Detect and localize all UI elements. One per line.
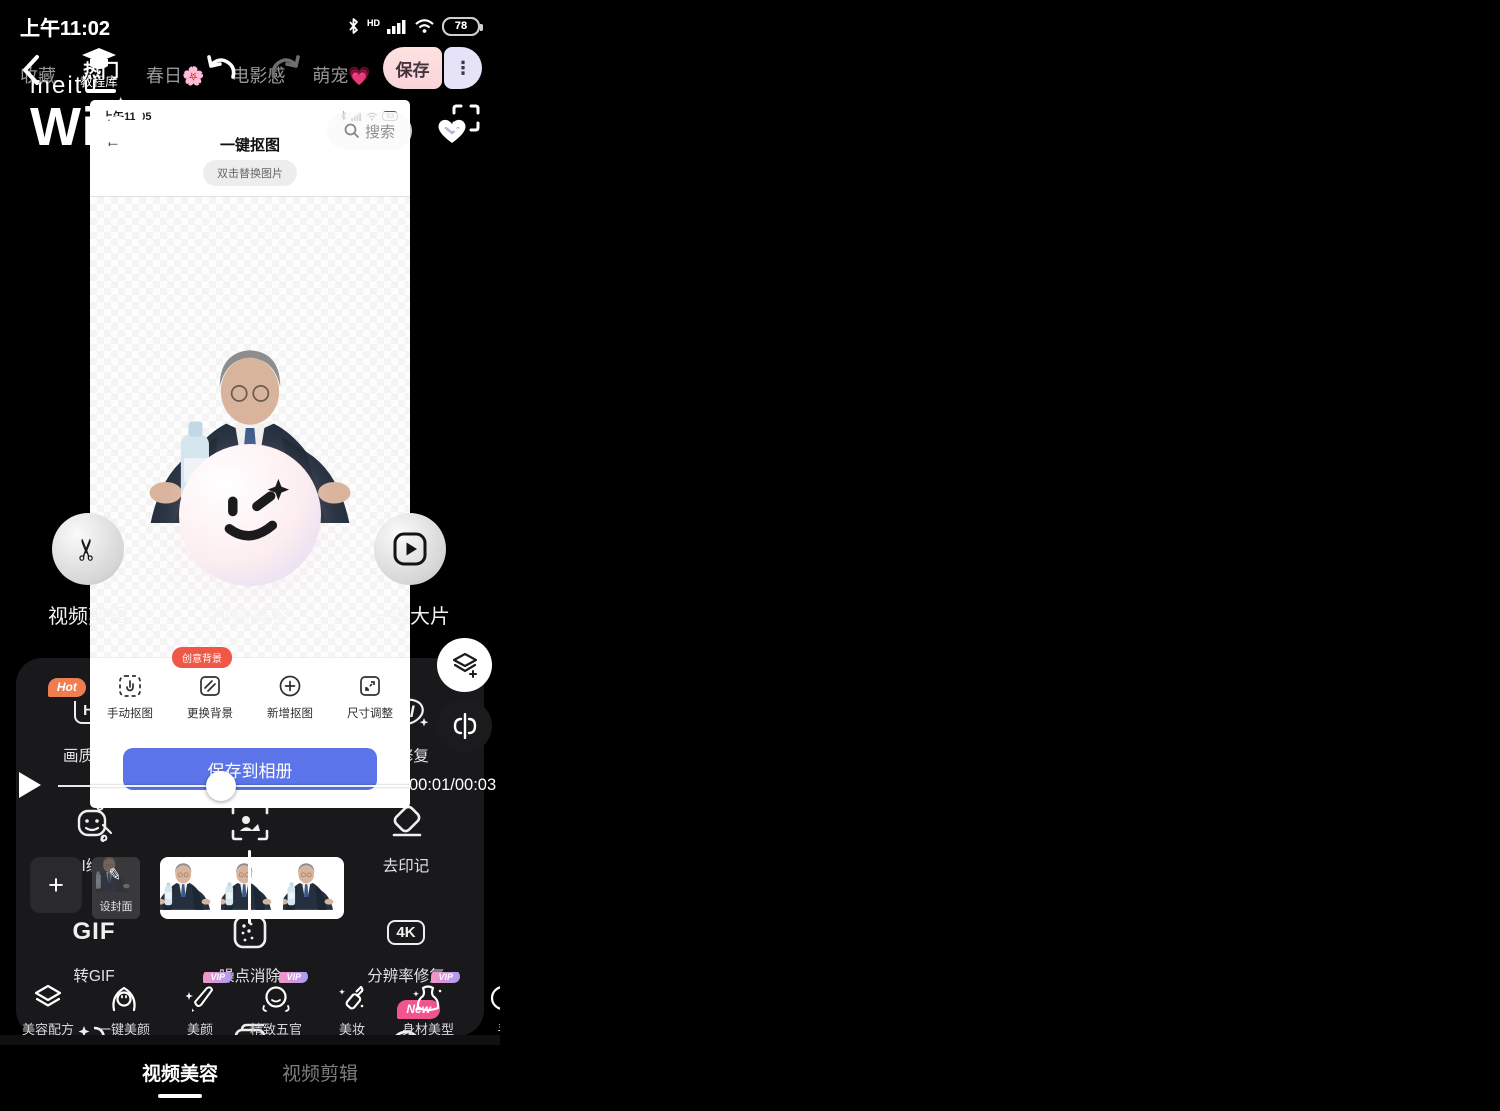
resize-icon	[358, 674, 382, 698]
redo-button[interactable]	[270, 53, 302, 83]
layers-icon	[451, 652, 479, 678]
nav-video-beauty-tab[interactable]: 视频美容	[142, 1059, 218, 1098]
editor-bottom-nav: 视频美容 视频剪辑	[0, 1045, 500, 1111]
status-bar: 上午11:02 HD 78	[0, 8, 500, 44]
search-input[interactable]: 搜索	[327, 112, 412, 150]
resize-button[interactable]: 尺寸调整	[330, 674, 410, 746]
manual-shape-icon	[489, 984, 500, 1012]
add-clip-button[interactable]: +	[30, 857, 82, 913]
undo-button[interactable]	[205, 53, 237, 83]
nav-video-edit-tab[interactable]: 视频剪辑	[282, 1059, 358, 1086]
redo-icon	[270, 53, 302, 83]
shortcut-label: 视频美容	[170, 600, 330, 629]
fullscreen-icon	[451, 103, 481, 133]
search-placeholder: 搜索	[365, 121, 395, 142]
replace-hint-pill: 双击替换图片	[203, 160, 297, 186]
video-edit-button[interactable]: ✂	[52, 513, 124, 585]
manual-cutout-button[interactable]: 手动抠图	[90, 674, 170, 746]
bluetooth-icon	[347, 17, 360, 35]
plus-circle-icon	[278, 674, 302, 698]
clip-frame	[283, 857, 344, 919]
save-button[interactable]: 保存	[383, 47, 442, 89]
plus-icon: +	[48, 870, 64, 901]
shortcut-label: 视频剪辑	[8, 600, 168, 629]
preview-tool-row: 创意背景 手动抠图 更换背景 新增抠图 尺寸调整	[90, 658, 410, 746]
video-clip-strip[interactable]	[160, 857, 344, 919]
time-display: 00:01/00:03	[409, 776, 500, 795]
editor-top-bar: 教程库 保存 ⋮	[0, 45, 500, 95]
signal-icon	[387, 18, 407, 34]
compare-button[interactable]	[437, 699, 492, 753]
one-key-beauty-icon	[109, 984, 139, 1012]
back-button[interactable]	[20, 53, 42, 87]
clock: 上午11:02	[20, 12, 110, 41]
fullscreen-button[interactable]	[451, 103, 481, 133]
fine-features-icon	[261, 984, 291, 1012]
video-beauty-button[interactable]	[179, 444, 321, 586]
shortcut-label: 一键大片	[330, 600, 490, 629]
change-bg-icon	[198, 674, 222, 698]
more-menu-button[interactable]: ⋮	[444, 47, 482, 89]
wifi-icon	[414, 18, 435, 34]
screenshot-root: 上午11:02 HD 78 meitu Wink✦ 搜索 ✂	[0, 0, 1500, 1111]
undo-icon	[205, 53, 237, 83]
cutout-canvas[interactable]	[90, 196, 410, 658]
chevron-left-icon	[20, 53, 42, 87]
slider-knob[interactable]	[206, 771, 236, 801]
set-cover-button[interactable]: ✎ 设封面	[92, 857, 140, 919]
clip-frame	[221, 857, 282, 919]
logo-star-icon: ✦	[114, 96, 128, 112]
graduation-cap-icon	[81, 47, 117, 73]
search-icon	[344, 123, 360, 139]
body-shape-icon	[413, 984, 443, 1012]
compare-icon	[452, 713, 478, 739]
layers-button[interactable]	[437, 638, 492, 692]
video-screenshot-icon	[230, 802, 270, 842]
eraser-icon	[386, 802, 426, 842]
playhead[interactable]	[248, 850, 251, 924]
beauty-recipe-icon	[33, 984, 63, 1012]
logo-wink: Wink✦	[30, 100, 163, 154]
hot-badge: Hot	[48, 678, 86, 697]
tutorial-library-button[interactable]: 教程库	[74, 47, 124, 90]
play-square-icon	[393, 532, 427, 566]
clip-timeline: + ✎ 设封面	[0, 855, 500, 931]
change-background-button[interactable]: 更换背景	[170, 674, 250, 746]
add-cutout-button[interactable]: 新增抠图	[250, 674, 330, 746]
creative-bg-badge: 创意背景	[172, 647, 232, 668]
clip-frame	[160, 857, 221, 919]
manual-cutout-icon	[118, 674, 142, 698]
play-button[interactable]	[17, 770, 43, 800]
wink-face-icon	[207, 472, 293, 558]
beauty-brush-icon	[185, 984, 215, 1012]
battery-icon: 78	[442, 17, 480, 36]
hd-indicator: HD	[367, 18, 380, 28]
more-icon: ⋮	[454, 58, 472, 79]
play-icon	[17, 770, 43, 800]
one-key-film-button[interactable]	[374, 513, 446, 585]
scissors-icon: ✂	[70, 536, 105, 561]
lipstick-icon	[337, 984, 367, 1012]
save-to-album-button[interactable]: 保存到相册	[123, 748, 377, 790]
